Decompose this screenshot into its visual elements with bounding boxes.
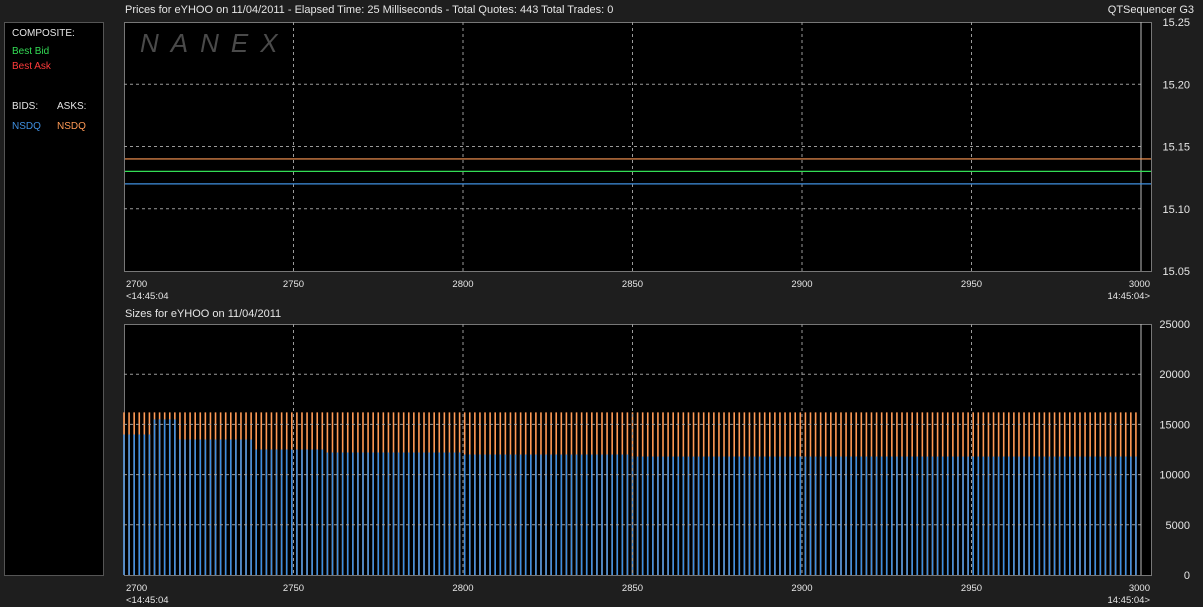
nanex-watermark: NANEX [140,28,290,58]
size-x-start-time: <14:45:04 [126,595,169,606]
price-y-tick-label: 15.05 [1162,266,1190,278]
price-grid [124,22,1142,271]
size-x-tick-label: 2850 [622,583,643,594]
price-x-tick-label: 2700 [126,279,147,290]
size-y-tick-label: 0 [1184,570,1190,582]
size-y-tick-label: 5000 [1166,520,1190,532]
size-y-tick-label: 15000 [1159,419,1190,431]
price-y-tick-label: 15.15 [1162,142,1190,154]
price-x-tick-label: 2850 [622,279,643,290]
size-x-tick-label: 2900 [791,583,812,594]
size-y-tick-label: 25000 [1159,319,1190,331]
price-x-tick-label: 3000 [1129,279,1150,290]
price-x-tick-label: 2750 [283,279,304,290]
size-x-tick-label: 2800 [452,583,473,594]
size-x-tick-label: 3000 [1129,583,1150,594]
price-y-tick-label: 15.20 [1162,79,1190,91]
price-x-start-time: <14:45:04 [126,291,169,302]
price-x-tick-label: 2800 [452,279,473,290]
size-x-tick-label: 2750 [283,583,304,594]
price-x-end-time: 14:45:04> [1107,291,1150,302]
price-x-tick-label: 2950 [961,279,982,290]
charts-svg: NANEX 15.25 15.20 15.15 15.10 15.05 2700 2750 2… [123,17,1190,606]
size-x-end-time: 14:45:04> [1107,595,1150,606]
price-x-tick-label: 2900 [791,279,812,290]
size-y-tick-label: 10000 [1159,470,1190,482]
size-bars [123,412,1137,575]
price-y-tick-label: 15.25 [1162,17,1190,29]
price-y-tick-label: 15.10 [1162,204,1190,216]
size-y-tick-label: 20000 [1159,369,1190,381]
price-lines [125,158,1151,185]
size-x-tick-label: 2700 [126,583,147,594]
size-x-tick-label: 2950 [961,583,982,594]
